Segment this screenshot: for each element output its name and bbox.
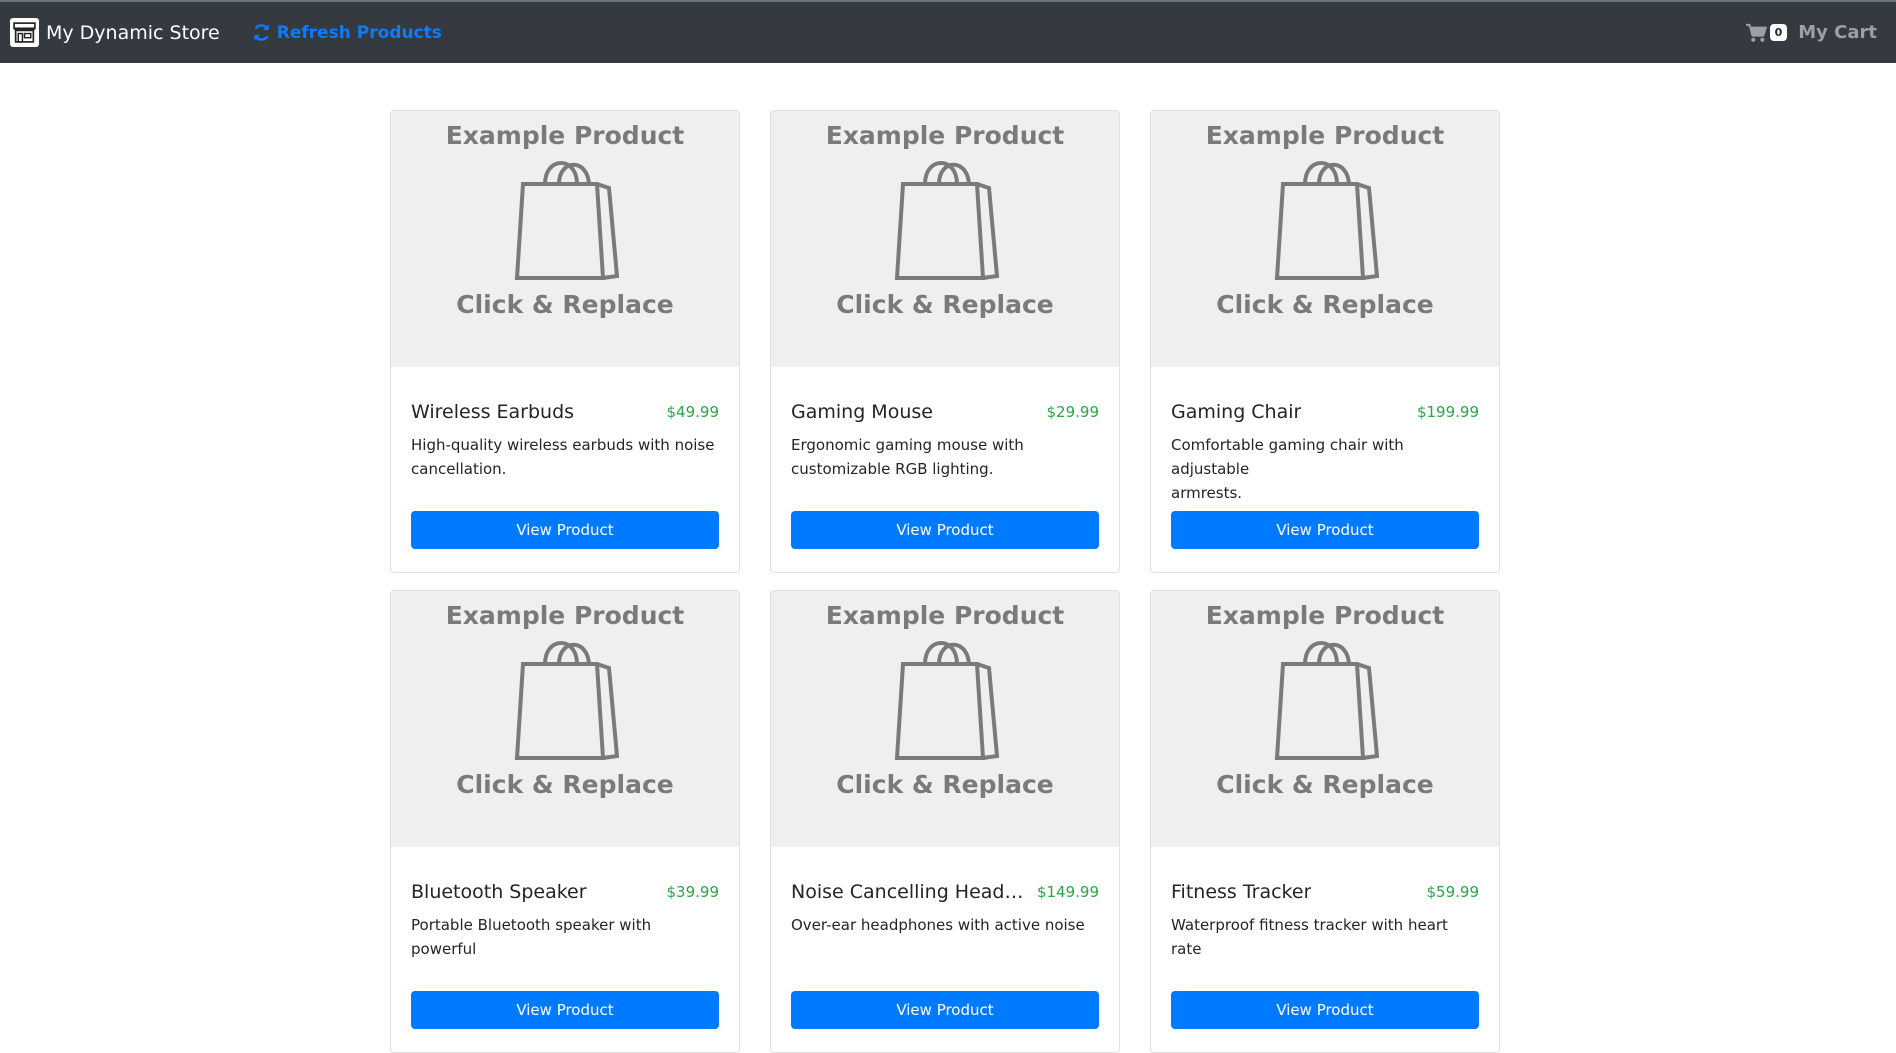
shopping-bag-icon [1274,641,1380,760]
product-name: Gaming Chair [1171,401,1302,423]
title-row: Gaming Chair $199.99 [1171,401,1479,423]
shopping-bag-icon [514,161,620,280]
product-card: Example Product Click & Replace Fitness … [1150,590,1500,1053]
description-line: armrests. [1171,484,1243,502]
product-price: $49.99 [666,403,720,421]
product-image-placeholder[interactable]: Example Product Click & Replace [1151,591,1499,847]
product-card: Example Product Click & Replace Gaming C… [1150,110,1500,573]
placeholder-caption: Click & Replace [836,770,1054,799]
view-product-button[interactable]: View Product [1171,991,1479,1029]
product-description: Portable Bluetooth speaker with powerful [411,913,719,961]
sync-icon [253,24,269,41]
description-line: Waterproof fitness tracker with heart ra… [1171,916,1448,958]
product-image-placeholder[interactable]: Example Product Click & Replace [1151,111,1499,367]
product-name: Fitness Tracker [1171,881,1312,903]
card-body: Noise Cancelling Headp... $149.99 Over-e… [771,847,1119,1049]
product-name: Gaming Mouse [791,401,933,423]
card-body: Gaming Chair $199.99 Comfortable gaming … [1151,367,1499,569]
card-body: Fitness Tracker $59.99 Waterproof fitnes… [1151,847,1499,1049]
shopping-bag-icon [514,641,620,760]
title-row: Wireless Earbuds $49.99 [411,401,719,423]
product-grid: Example Product Click & Replace Wireless… [390,110,1502,1053]
placeholder-caption: Click & Replace [836,290,1054,319]
placeholder-caption: Click & Replace [1216,770,1434,799]
placeholder-title: Example Product [1205,601,1445,630]
my-cart-link[interactable]: 0 My Cart [1745,22,1877,43]
description-line: Over-ear headphones with active noise [791,916,1085,934]
product-description: Waterproof fitness tracker with heart ra… [1171,913,1479,961]
product-image-placeholder[interactable]: Example Product Click & Replace [771,591,1119,847]
description-line: High-quality wireless earbuds with noise [411,436,715,454]
shopping-bag-icon [894,161,1000,280]
title-row: Noise Cancelling Headp... $149.99 [791,881,1099,903]
view-product-button[interactable]: View Product [1171,511,1479,549]
placeholder-title: Example Product [825,121,1065,150]
product-card: Example Product Click & Replace Bluetoot… [390,590,740,1053]
product-image-placeholder[interactable]: Example Product Click & Replace [391,111,739,367]
description-line: Comfortable gaming chair with adjustable [1171,436,1404,478]
title-row: Fitness Tracker $59.99 [1171,881,1479,903]
product-description: High-quality wireless earbuds with noise… [411,433,719,481]
placeholder-caption: Click & Replace [1216,290,1434,319]
shopping-cart-icon [1745,23,1767,42]
refresh-products-label: Refresh Products [276,22,442,43]
product-card: Example Product Click & Replace Gaming M… [770,110,1120,573]
placeholder-caption: Click & Replace [456,770,674,799]
cart-count-badge: 0 [1769,24,1788,41]
product-description: Over-ear headphones with active noise [791,913,1099,961]
card-body: Bluetooth Speaker $39.99 Portable Blueto… [391,847,739,1049]
cart-label: My Cart [1798,22,1877,43]
placeholder-title: Example Product [1205,121,1445,150]
card-body: Wireless Earbuds $49.99 High-quality wir… [391,367,739,569]
description-line: cancellation. [411,460,507,478]
product-price: $149.99 [1036,883,1099,901]
view-product-button[interactable]: View Product [411,511,719,549]
card-body: Gaming Mouse $29.99 Ergonomic gaming mou… [771,367,1119,569]
product-price: $199.99 [1416,403,1479,421]
placeholder-title: Example Product [825,601,1065,630]
title-row: Gaming Mouse $29.99 [791,401,1099,423]
product-description: Comfortable gaming chair with adjustable… [1171,433,1479,502]
product-name: Bluetooth Speaker [411,881,587,903]
product-price: $29.99 [1046,403,1100,421]
product-price: $59.99 [1426,883,1480,901]
product-image-placeholder[interactable]: Example Product Click & Replace [391,591,739,847]
product-price: $39.99 [666,883,720,901]
product-name: Wireless Earbuds [411,401,575,423]
product-card: Example Product Click & Replace Wireless… [390,110,740,573]
placeholder-title: Example Product [445,121,685,150]
brand-name: My Dynamic Store [46,21,220,44]
top-navbar: My Dynamic Store Refresh Products 0 My C… [0,0,1896,63]
brand[interactable]: My Dynamic Store [10,18,220,47]
refresh-products-link[interactable]: Refresh Products [252,23,442,43]
shopping-bag-icon [1274,161,1380,280]
product-description: Ergonomic gaming mouse with customizable… [791,433,1099,481]
placeholder-caption: Click & Replace [456,290,674,319]
product-name: Noise Cancelling Headp... [791,881,1031,903]
view-product-button[interactable]: View Product [791,511,1099,549]
placeholder-title: Example Product [445,601,685,630]
description-line: customizable RGB lighting. [791,460,994,478]
title-row: Bluetooth Speaker $39.99 [411,881,719,903]
view-product-button[interactable]: View Product [791,991,1099,1029]
description-line: Ergonomic gaming mouse with [791,436,1024,454]
product-image-placeholder[interactable]: Example Product Click & Replace [771,111,1119,367]
product-card: Example Product Click & Replace Noise Ca… [770,590,1120,1053]
store-icon [10,18,39,47]
description-line: Portable Bluetooth speaker with powerful [411,916,652,958]
view-product-button[interactable]: View Product [411,991,719,1029]
shopping-bag-icon [894,641,1000,760]
